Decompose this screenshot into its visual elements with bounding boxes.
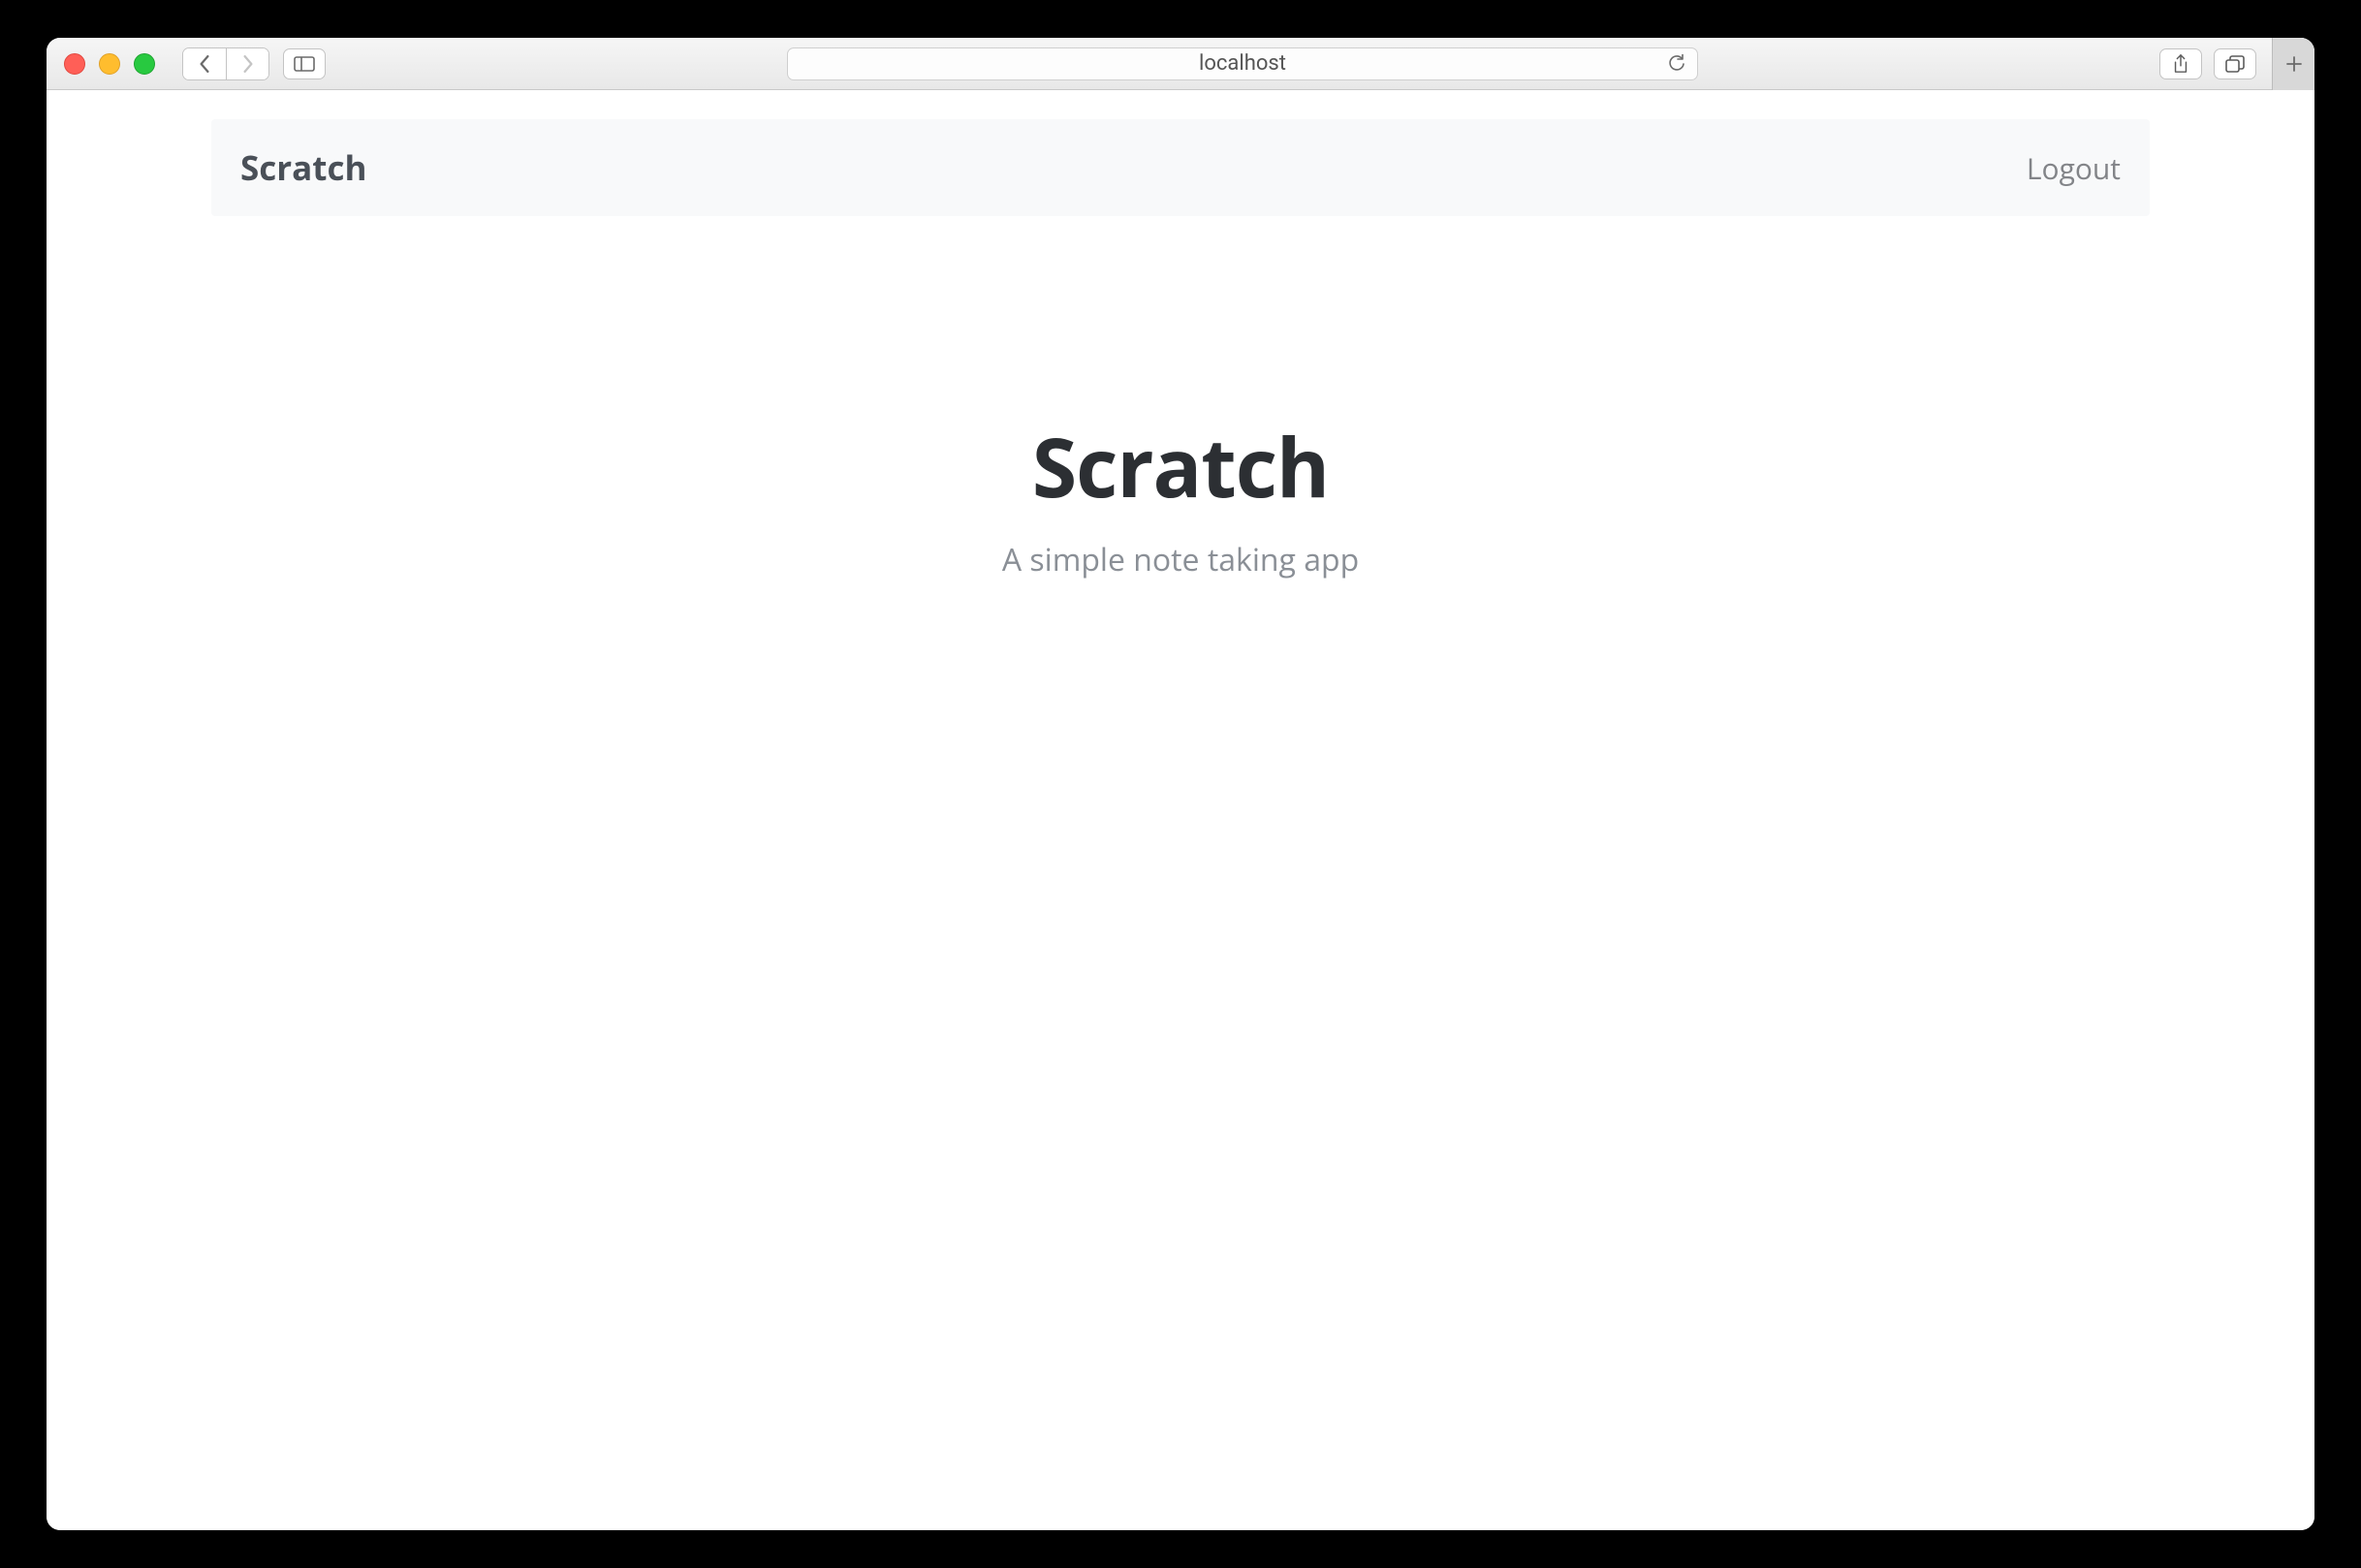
brand-link[interactable]: Scratch (240, 145, 367, 191)
address-bar[interactable]: localhost (787, 47, 1698, 80)
page-content: Scratch Logout Scratch A simple note tak… (47, 90, 2314, 1530)
chevron-left-icon (198, 55, 211, 73)
toolbar-right (2159, 38, 2297, 90)
nav-buttons (182, 47, 269, 80)
plus-icon (2284, 54, 2304, 74)
forward-button[interactable] (226, 48, 268, 79)
chevron-right-icon (241, 55, 255, 73)
tabs-overview-button[interactable] (2214, 48, 2256, 79)
share-icon (2172, 54, 2189, 74)
reload-icon (1668, 54, 1685, 74)
maximize-window-button[interactable] (134, 53, 155, 75)
hero: Scratch A simple note taking app (211, 410, 2150, 580)
sidebar-icon (294, 56, 315, 72)
close-window-button[interactable] (64, 53, 85, 75)
address-text: localhost (1199, 51, 1286, 76)
browser-window: localhost (47, 38, 2314, 1530)
share-button[interactable] (2159, 48, 2202, 79)
logout-link[interactable]: Logout (2027, 148, 2121, 188)
browser-titlebar: localhost (47, 38, 2314, 90)
hero-subtitle: A simple note taking app (211, 539, 2150, 580)
window-controls (64, 53, 155, 75)
back-button[interactable] (183, 48, 226, 79)
new-tab-button[interactable] (2272, 38, 2314, 90)
app-navbar: Scratch Logout (211, 119, 2150, 216)
address-bar-wrap: localhost (326, 47, 2159, 80)
sidebar-toggle-button[interactable] (283, 48, 326, 79)
reload-button[interactable] (1668, 54, 1685, 74)
minimize-window-button[interactable] (99, 53, 120, 75)
tabs-icon (2225, 55, 2245, 73)
hero-title: Scratch (211, 410, 2150, 521)
